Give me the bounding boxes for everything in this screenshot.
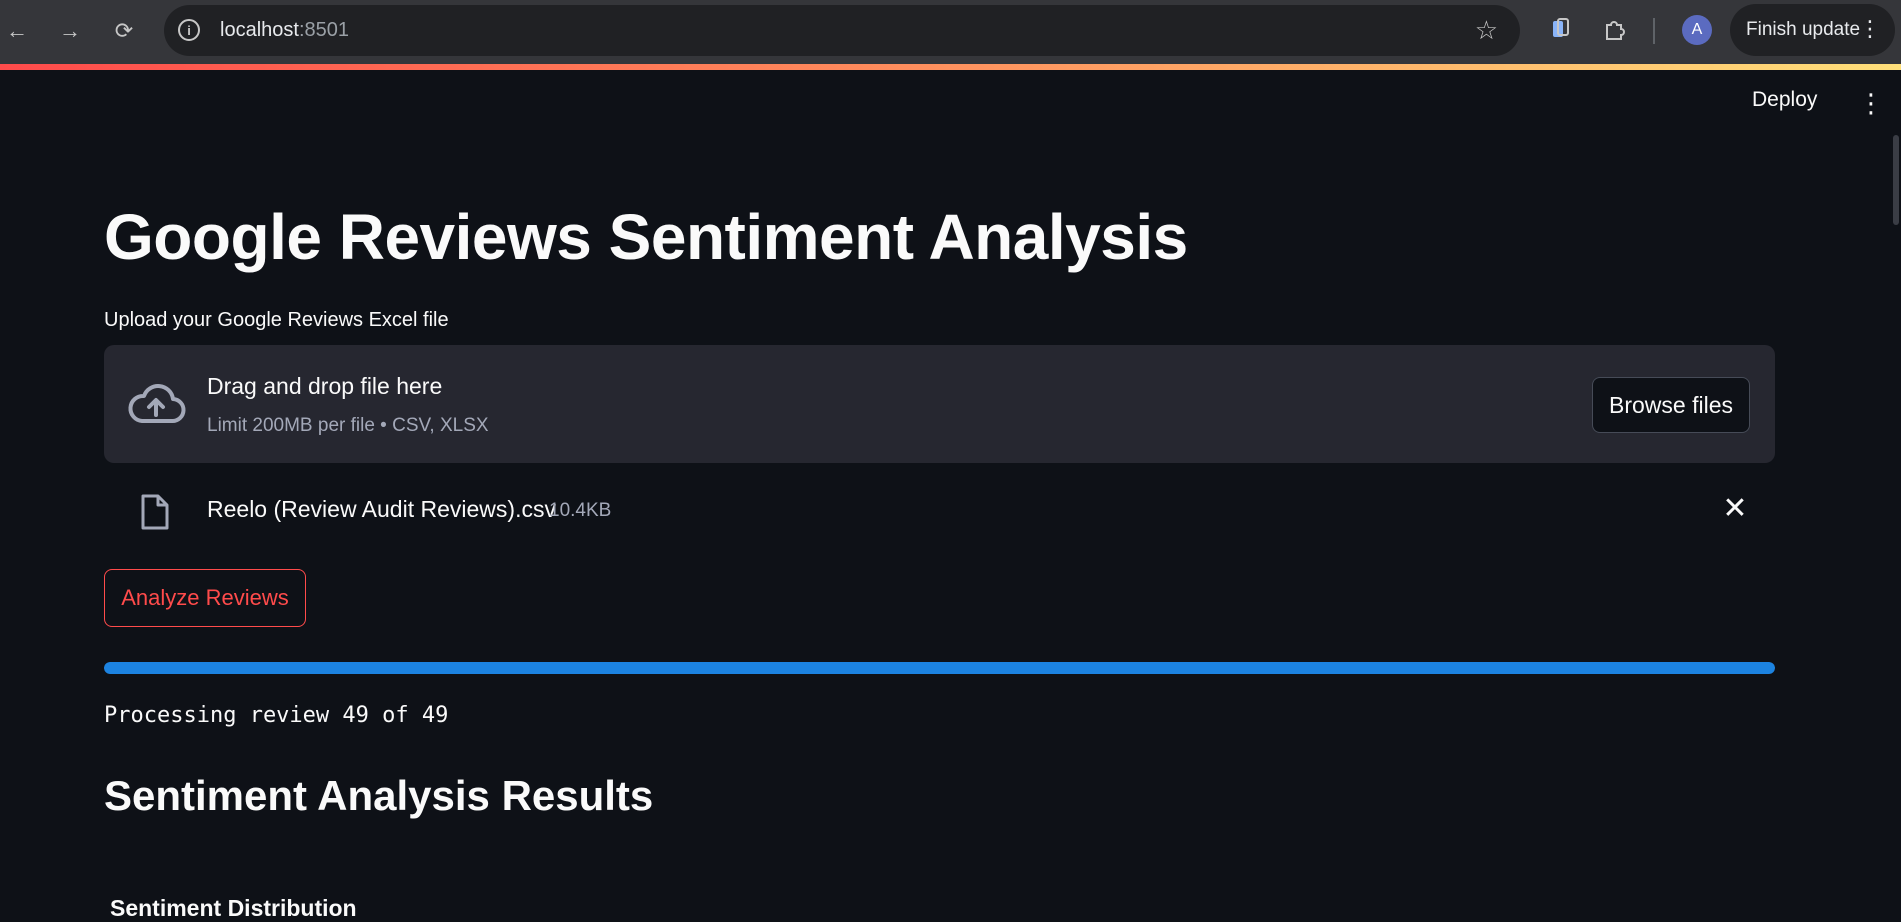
page-title: Google Reviews Sentiment Analysis bbox=[104, 201, 1188, 273]
file-uploader-label: Upload your Google Reviews Excel file bbox=[104, 309, 449, 331]
uploaded-file-size: 10.4KB bbox=[549, 500, 612, 521]
scrollbar-thumb[interactable] bbox=[1893, 135, 1899, 225]
back-icon[interactable]: ← bbox=[0, 14, 34, 48]
toolbar-divider bbox=[1653, 18, 1655, 44]
forward-icon[interactable]: → bbox=[53, 14, 87, 48]
results-heading: Sentiment Analysis Results bbox=[104, 772, 654, 819]
browse-files-button[interactable]: Browse files bbox=[1592, 377, 1750, 433]
chrome-menu-icon[interactable]: ⋮ bbox=[1859, 16, 1881, 42]
reading-list-icon[interactable] bbox=[1546, 14, 1576, 44]
main-menu-icon[interactable]: ⋮ bbox=[1858, 88, 1884, 118]
dropzone-limit-text: Limit 200MB per file • CSV, XLSX bbox=[207, 415, 489, 436]
uploaded-file-row: Reelo (Review Audit Reviews).csv 10.4KB … bbox=[104, 487, 1775, 533]
bookmark-star-icon[interactable]: ☆ bbox=[1475, 15, 1498, 46]
file-icon bbox=[141, 494, 169, 530]
url-host: localhost bbox=[220, 19, 299, 41]
extensions-icon[interactable] bbox=[1600, 14, 1630, 44]
remove-file-close-icon[interactable]: ✕ bbox=[1720, 494, 1750, 524]
address-bar[interactable]: i localhost:8501 ☆ bbox=[164, 5, 1520, 56]
site-info-icon[interactable]: i bbox=[178, 19, 200, 41]
progress-bar bbox=[104, 662, 1775, 674]
url-port: :8501 bbox=[298, 19, 349, 41]
decoration-bar bbox=[0, 64, 1901, 70]
processing-status-text: Processing review 49 of 49 bbox=[104, 703, 449, 728]
progress-bar-fill bbox=[104, 662, 1775, 674]
uploaded-file-name: Reelo (Review Audit Reviews).csv bbox=[207, 496, 556, 522]
deploy-button[interactable]: Deploy bbox=[1752, 88, 1817, 112]
analyze-reviews-button[interactable]: Analyze Reviews bbox=[104, 569, 306, 627]
dropzone-instructions: Drag and drop file here bbox=[207, 373, 443, 399]
finish-update-button[interactable]: Finish update ⋮ bbox=[1730, 4, 1895, 56]
address-url[interactable]: localhost:8501 bbox=[220, 19, 349, 42]
cloud-upload-icon bbox=[128, 384, 186, 423]
finish-update-label: Finish update bbox=[1746, 19, 1861, 40]
sentiment-distribution-heading: Sentiment Distribution bbox=[110, 895, 357, 921]
profile-avatar[interactable]: A bbox=[1682, 15, 1712, 45]
file-dropzone[interactable]: Drag and drop file here Limit 200MB per … bbox=[104, 345, 1775, 463]
browser-toolbar: ← → ⟳ i localhost:8501 ☆ A Finish update… bbox=[0, 0, 1901, 64]
reload-icon[interactable]: ⟳ bbox=[107, 14, 141, 48]
